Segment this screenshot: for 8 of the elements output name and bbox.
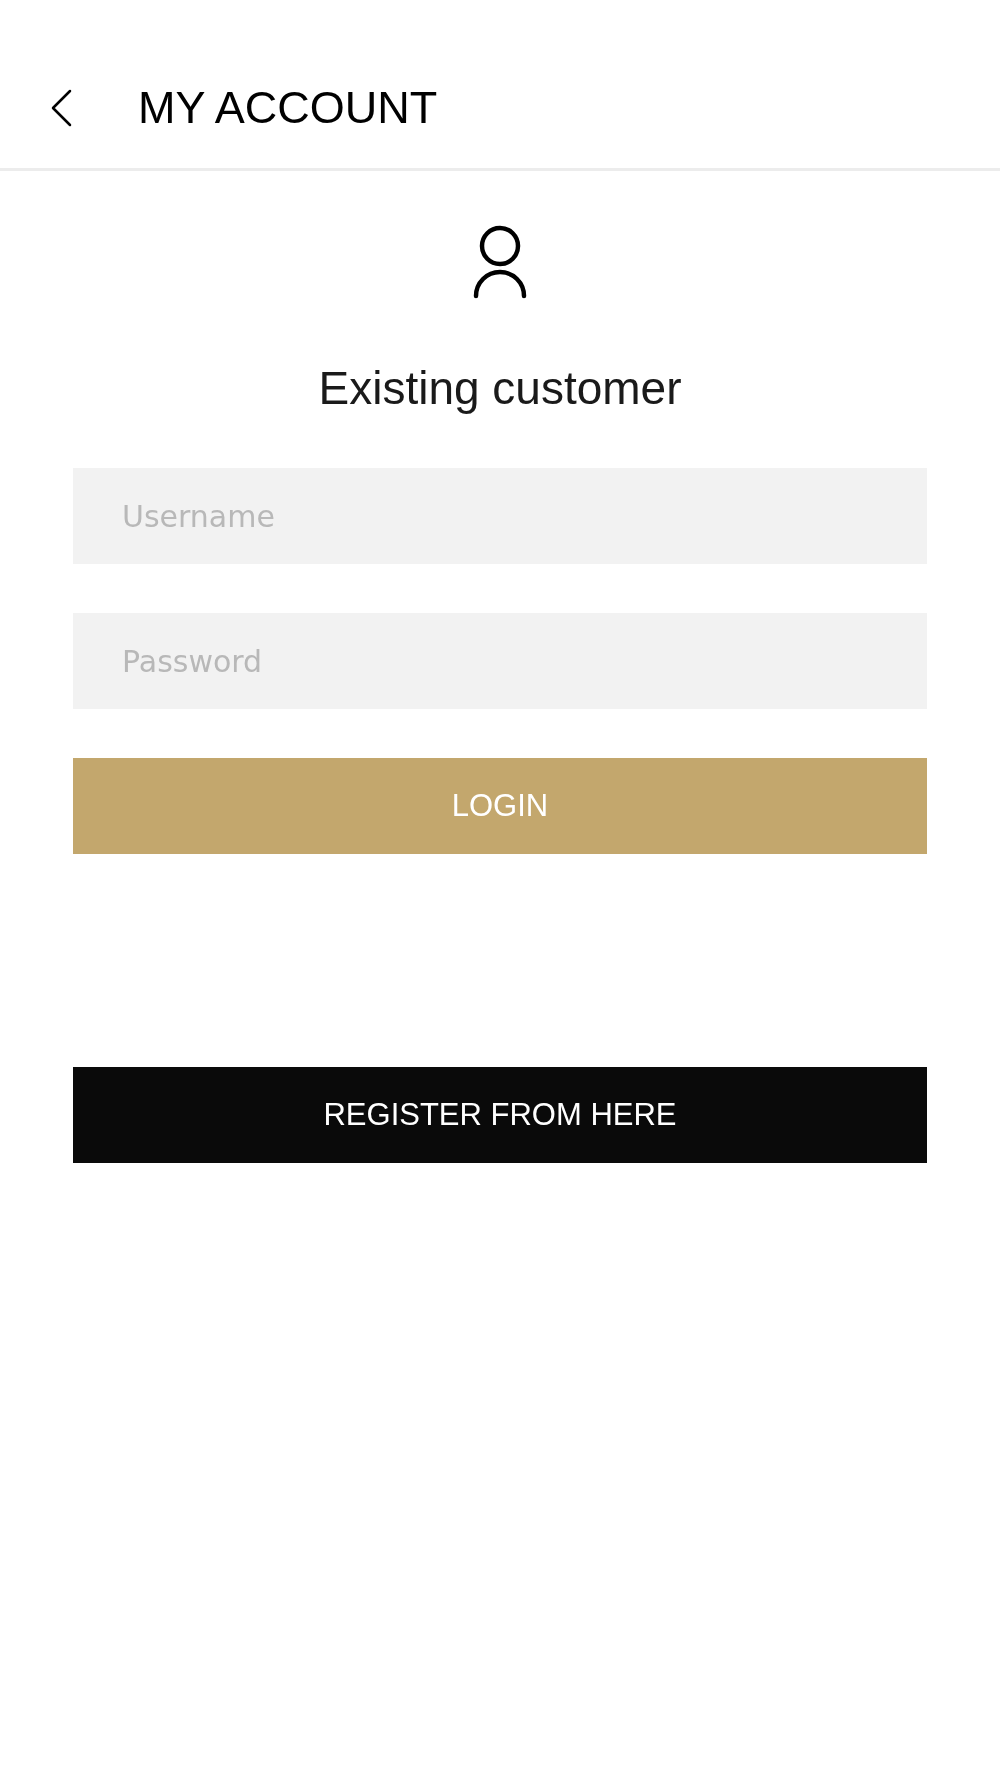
register-button[interactable]: REGISTER FROM HERE <box>73 1067 927 1164</box>
input-field[interactable]: Username <box>73 468 927 565</box>
page-title: MY ACCOUNT <box>138 81 438 135</box>
user-icon <box>472 225 528 299</box>
back-button[interactable] <box>50 89 72 127</box>
input-field[interactable]: Password <box>73 613 927 710</box>
section-heading: Existing customer <box>318 361 682 416</box>
back-chevron-icon <box>50 89 72 127</box>
